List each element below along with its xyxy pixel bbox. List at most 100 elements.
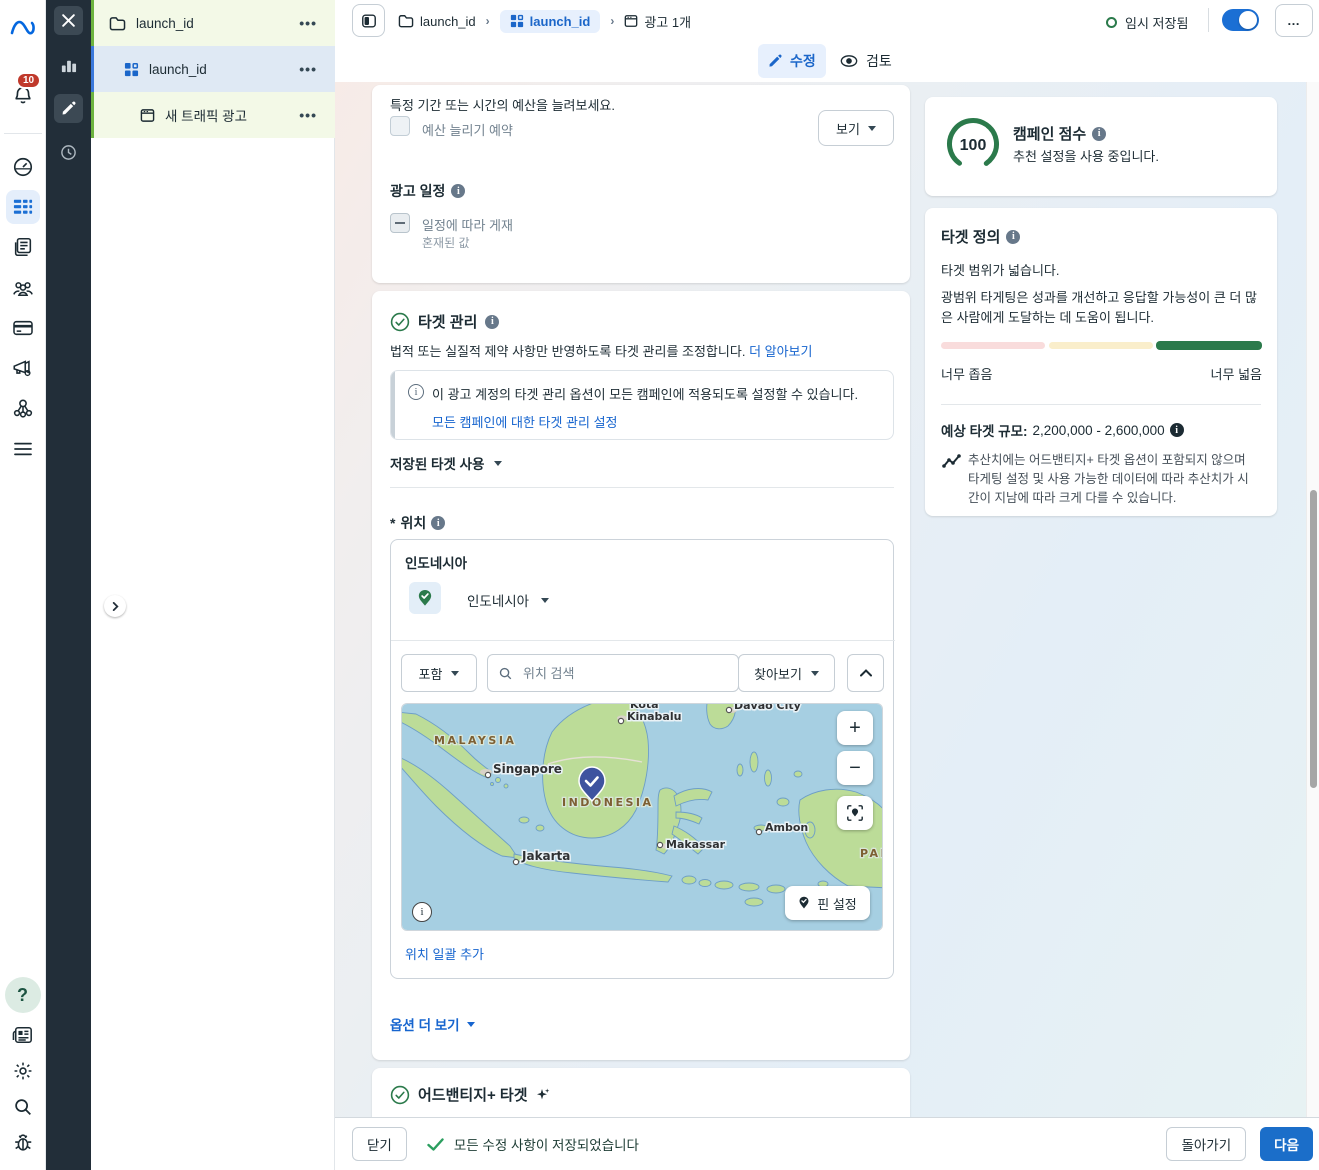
budget-schedule-card: 특정 기간 또는 시간의 예산을 늘려보세요. 예산 늘리기 예약 보기 광고 … — [372, 85, 910, 283]
scrollbar-thumb[interactable] — [1310, 490, 1317, 788]
budget-increase-checkbox[interactable] — [390, 116, 410, 136]
map-label-makassar: Makassar — [666, 838, 726, 851]
account-controls-notice: i 이 광고 계정의 타겟 관리 옵션이 모든 캠페인에 적용되도록 설정할 수… — [390, 370, 894, 440]
ad-schedule-title: 광고 일정 i — [390, 181, 466, 201]
search-icon[interactable] — [6, 1090, 40, 1124]
map-zoom-out-button[interactable]: − — [837, 751, 873, 785]
breadcrumb-campaign[interactable]: launch_id — [398, 14, 476, 29]
info-icon[interactable]: i — [1092, 126, 1107, 141]
minus-icon — [395, 222, 405, 224]
edit-pencil-button[interactable] — [54, 94, 83, 123]
audience-controls-header: 타겟 관리 i — [390, 311, 500, 332]
meta-logo[interactable] — [6, 11, 40, 45]
include-exclude-select[interactable]: 포함 — [401, 654, 477, 692]
sparkle-icon — [536, 1088, 549, 1100]
breadcrumb-ad[interactable]: 광고 1개 — [624, 12, 691, 31]
segment-middle — [1049, 342, 1153, 349]
map-label-jakarta: Jakarta — [521, 849, 570, 863]
app-rail: 10 ? — [0, 0, 46, 1170]
info-icon[interactable]: i — [431, 516, 446, 530]
segment-too-broad-active — [1156, 341, 1262, 350]
segment-too-narrow — [941, 342, 1045, 349]
close-button[interactable]: 닫기 — [352, 1127, 407, 1161]
scrollbar-track[interactable] — [1306, 82, 1319, 1117]
tree-row-campaign[interactable]: launch_id ••• — [91, 0, 335, 46]
location-map[interactable]: MALAYSIA Kota Kinabalu Davao City Singap… — [401, 703, 883, 931]
notice-accent-bar — [391, 371, 395, 439]
saved-message: 모든 수정 사항이 저장되었습니다 — [453, 1138, 639, 1153]
schedule-indeterminate-checkbox[interactable] — [390, 213, 410, 233]
set-pin-button[interactable]: 핀 설정 — [785, 886, 870, 920]
row-more-menu[interactable]: ••• — [299, 61, 317, 77]
audiences-people-icon[interactable] — [6, 271, 40, 305]
notice-settings-link[interactable]: 모든 캠페인에 대한 타겟 관리 설정 — [432, 412, 618, 431]
close-x-button[interactable] — [54, 6, 83, 35]
info-icon[interactable]: i — [1169, 423, 1184, 437]
overview-gauge-icon[interactable] — [6, 150, 40, 184]
map-label-indonesia: INDONESIA — [562, 796, 654, 809]
chart-icon[interactable] — [54, 51, 83, 80]
learn-more-link[interactable]: 더 알아보기 — [749, 344, 812, 359]
browse-locations-button[interactable]: 찾아보기 — [738, 654, 835, 692]
trend-line-icon — [942, 454, 961, 468]
draft-status: 임시 저장됨 — [1106, 13, 1188, 32]
row-more-menu[interactable]: ••• — [299, 107, 317, 123]
adset-grid-icon — [510, 14, 523, 28]
map-label-davao: Davao City — [734, 704, 801, 712]
definition-desc: 광범위 타게팅은 성과를 개선하고 응답할 가능성이 큰 더 많은 사람에게 도… — [941, 290, 1257, 326]
chevron-down-icon — [466, 1021, 475, 1027]
collapse-sidebar-button[interactable] — [352, 4, 385, 37]
more-options-link[interactable]: 옵션 더 보기 — [390, 1014, 475, 1034]
header: launch_id › launch_id › 광고 1개 임시 저장됨 … 수… — [335, 0, 1319, 82]
edit-tool-rail — [46, 0, 126, 1170]
breadcrumb-adset-selected[interactable]: launch_id — [499, 9, 601, 33]
chevron-down-icon — [451, 670, 460, 676]
preview-toggle[interactable] — [1222, 9, 1259, 31]
pages-icon[interactable] — [6, 230, 40, 264]
tab-review[interactable]: 검토 — [840, 44, 892, 78]
history-clock-icon[interactable] — [54, 138, 83, 167]
estimate-note: 추산치에는 어드밴티지+ 타겟 옵션이 포함되지 않으며 타게팅 설정 및 사용… — [968, 453, 1249, 505]
header-more-button[interactable]: … — [1275, 4, 1313, 37]
info-icon[interactable]: i — [1006, 229, 1021, 244]
check-circle-icon — [390, 1085, 410, 1104]
eye-icon — [840, 55, 858, 67]
back-button[interactable]: 돌아가기 — [1166, 1127, 1247, 1161]
map-info-icon[interactable]: i — [412, 902, 432, 922]
collapse-map-button[interactable] — [847, 654, 884, 692]
row-more-menu[interactable]: ••• — [299, 15, 317, 31]
chevron-down-icon — [494, 460, 503, 466]
bug-report-icon[interactable] — [6, 1126, 40, 1160]
notice-text: 이 광고 계정의 타겟 관리 옵션이 모든 캠페인에 적용되도록 설정할 수 있… — [432, 387, 859, 402]
all-tools-menu-icon[interactable] — [6, 432, 40, 466]
selected-country-dropdown[interactable]: 인도네시아 — [467, 590, 550, 610]
tab-edit[interactable]: 수정 — [758, 44, 826, 78]
campaign-tree-panel: launch_id ••• launch_id ••• 새 트래픽 광고 ••• — [91, 0, 335, 1170]
settings-gear-icon[interactable] — [6, 1054, 40, 1088]
folder-icon — [398, 15, 414, 28]
ads-megaphone-icon[interactable] — [6, 351, 40, 385]
score-title-row: 캠페인 점수 i — [1013, 123, 1107, 144]
location-search-input[interactable] — [521, 664, 728, 682]
saved-audience-dropdown[interactable]: 저장된 타겟 사용 — [390, 453, 503, 473]
billing-card-icon[interactable] — [6, 311, 40, 345]
budget-view-button[interactable]: 보기 — [818, 110, 894, 146]
map-locate-pin-button[interactable] — [837, 796, 873, 830]
ad-card-icon — [625, 15, 638, 27]
expand-panel-chevron-button[interactable] — [104, 595, 126, 617]
info-icon[interactable]: i — [485, 314, 500, 329]
next-button[interactable]: 다음 — [1260, 1127, 1313, 1161]
definition-divider — [941, 404, 1261, 405]
updates-news-icon[interactable] — [6, 1018, 40, 1052]
assets-network-icon[interactable] — [6, 391, 40, 425]
help-icon[interactable]: ? — [4, 977, 41, 1013]
info-icon[interactable]: i — [451, 184, 466, 198]
tree-row-adset[interactable]: launch_id ••• — [91, 46, 335, 92]
tree-row-ad[interactable]: 새 트래픽 광고 ••• — [91, 92, 335, 138]
tree-row-label: launch_id — [149, 61, 207, 77]
map-zoom-in-button[interactable]: + — [837, 711, 873, 745]
campaigns-table-icon[interactable] — [5, 190, 40, 224]
bulk-add-locations-link[interactable]: 위치 일괄 추가 — [405, 944, 484, 963]
chevron-down-icon — [867, 125, 876, 131]
status-stripe — [91, 0, 94, 46]
